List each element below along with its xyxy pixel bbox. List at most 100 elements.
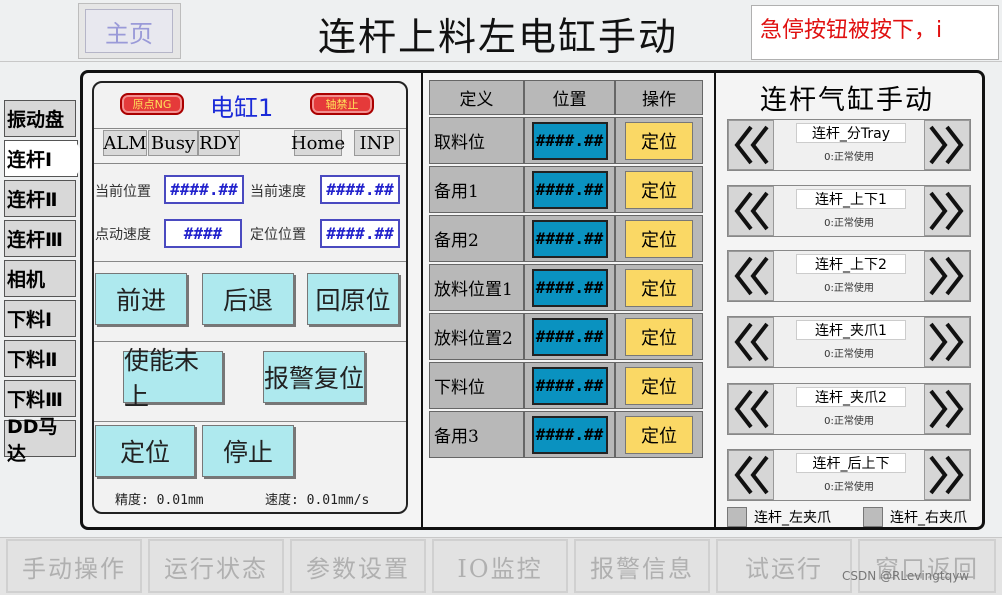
locate-button[interactable]: 定位 [625,268,693,307]
backward-button[interactable]: 后退 [202,273,294,325]
alarm-message: 急停按钮被按下，i [751,5,999,60]
divider [714,73,716,527]
locate-button[interactable]: 定位 [625,219,693,258]
position-value-input[interactable]: ####.## [531,366,608,405]
position-button[interactable]: 定位 [95,425,195,477]
precision-text: 精度: 0.01mm [115,493,204,508]
table-row-name: 放料位置1 [429,264,524,311]
nav-item-dd-motor[interactable]: DD马达 [4,416,76,465]
chevron-left-icon[interactable] [728,251,774,301]
table-row: 定位 [615,411,703,458]
chevron-right-icon[interactable] [924,120,970,170]
page-title: 连杆上料左电缸手动 [318,15,679,59]
cylinder-name: 连杆_后上下 [796,453,906,473]
trial-run-button[interactable]: 试运行 [716,539,852,593]
chevron-right-icon[interactable] [924,317,970,367]
position-value-input[interactable]: ####.## [531,121,608,160]
enable-button[interactable]: 使能未上 [123,346,223,411]
cylinder-info: 连杆_上下1 0:正常使用 [774,186,924,236]
nav-item-camera[interactable]: 相机 [4,260,76,297]
chevron-left-icon[interactable] [728,317,774,367]
cylinder-status: 0:正常使用 [824,283,874,294]
chevron-right-icon[interactable] [924,384,970,434]
nav-item-unload-1[interactable]: 下料Ⅰ [4,300,76,337]
cylinder-info: 连杆_后上下 0:正常使用 [774,450,924,500]
locate-button[interactable]: 定位 [625,415,693,454]
locate-button[interactable]: 定位 [625,121,693,160]
locate-button[interactable]: 定位 [625,170,693,209]
chevron-left-icon[interactable] [728,450,774,500]
nav-item-label: 下料Ⅱ [7,349,58,371]
table-row: ####.## [524,411,615,458]
parameter-settings-button[interactable]: 参数设置 [290,539,426,593]
cylinder-status: 0:正常使用 [824,152,874,163]
table-row: 定位 [615,117,703,164]
nav-item-link-1[interactable]: 连杆Ⅰ [4,140,87,177]
nav-item-unload-2[interactable]: 下料Ⅱ [4,340,76,377]
cylinder-control: 连杆_后上下 0:正常使用 [727,449,971,501]
table-row-name: 备用3 [429,411,524,458]
nav-item-label: 连杆Ⅱ [7,189,58,211]
nav-item-label: 下料Ⅲ [7,389,63,411]
chevron-right-icon[interactable] [924,450,970,500]
home-button[interactable]: 主页 [85,9,173,53]
servo-name: 电缸1 [210,94,274,122]
cylinder-name: 连杆_上下1 [796,189,906,209]
origin-ng-indicator: 原点NG [120,93,184,115]
cylinder-info: 连杆_分Tray 0:正常使用 [774,120,924,170]
cylinder-control: 连杆_上下1 0:正常使用 [727,185,971,237]
table-row: 定位 [615,166,703,213]
window-return-button[interactable]: 窗口返回 [858,539,996,593]
current-position-label: 当前位置 [95,184,151,200]
position-value-input[interactable]: ####.## [531,415,608,454]
position-value-input[interactable]: ####.## [531,219,608,258]
locate-button[interactable]: 定位 [625,366,693,405]
current-speed-value: ####.## [320,175,400,204]
table-header-position: 位置 [524,80,615,115]
chevron-right-icon[interactable] [924,186,970,236]
divider [94,421,406,422]
run-status-button[interactable]: 运行状态 [148,539,284,593]
position-value-input[interactable]: ####.## [531,268,608,307]
position-value-input[interactable]: ####.## [531,317,608,356]
cylinder-info: 连杆_上下2 0:正常使用 [774,251,924,301]
cylinder-info: 连杆_夹爪2 0:正常使用 [774,384,924,434]
locate-button[interactable]: 定位 [625,317,693,356]
table-row-name: 下料位 [429,362,524,409]
forward-button[interactable]: 前进 [95,273,187,325]
divider [94,128,406,129]
cylinder-info: 连杆_夹爪1 0:正常使用 [774,317,924,367]
right-gripper-label: 连杆_右夹爪 [890,510,967,526]
table-header-operation: 操作 [615,80,703,115]
left-gripper-label: 连杆_左夹爪 [754,510,831,526]
jog-speed-input[interactable]: #### [164,219,242,248]
table-row: ####.## [524,362,615,409]
nav-item-label: 连杆Ⅲ [7,229,63,251]
cylinder-control: 连杆_夹爪2 0:正常使用 [727,383,971,435]
target-position-input[interactable]: ####.## [320,219,400,248]
current-speed-label: 当前速度 [250,184,306,200]
alarm-reset-button[interactable]: 报警复位 [263,351,365,403]
chevron-right-icon[interactable] [924,251,970,301]
chevron-left-icon[interactable] [728,186,774,236]
axis-disabled-indicator: 轴禁止 [310,93,374,115]
stop-button[interactable]: 停止 [202,425,294,477]
alarm-info-button[interactable]: 报警信息 [574,539,710,593]
cylinder-name: 连杆_夹爪1 [796,320,906,340]
inp-indicator: INP [354,130,400,156]
chevron-left-icon[interactable] [728,384,774,434]
chevron-left-icon[interactable] [728,120,774,170]
table-row-name: 备用2 [429,215,524,262]
manual-operation-button[interactable]: 手动操作 [6,539,142,593]
divider [94,261,406,262]
rdy-indicator: RDY [198,130,240,156]
position-value-input[interactable]: ####.## [531,170,608,209]
nav-item-label: DD马达 [7,415,58,465]
io-monitor-button[interactable]: IO监控 [432,539,568,593]
nav-item-vibration-plate[interactable]: 振动盘 [4,100,76,137]
nav-item-link-3[interactable]: 连杆Ⅲ [4,220,76,257]
nav-item-link-2[interactable]: 连杆Ⅱ [4,180,76,217]
table-row: ####.## [524,117,615,164]
table-row: 定位 [615,362,703,409]
return-home-button[interactable]: 回原位 [307,273,399,325]
